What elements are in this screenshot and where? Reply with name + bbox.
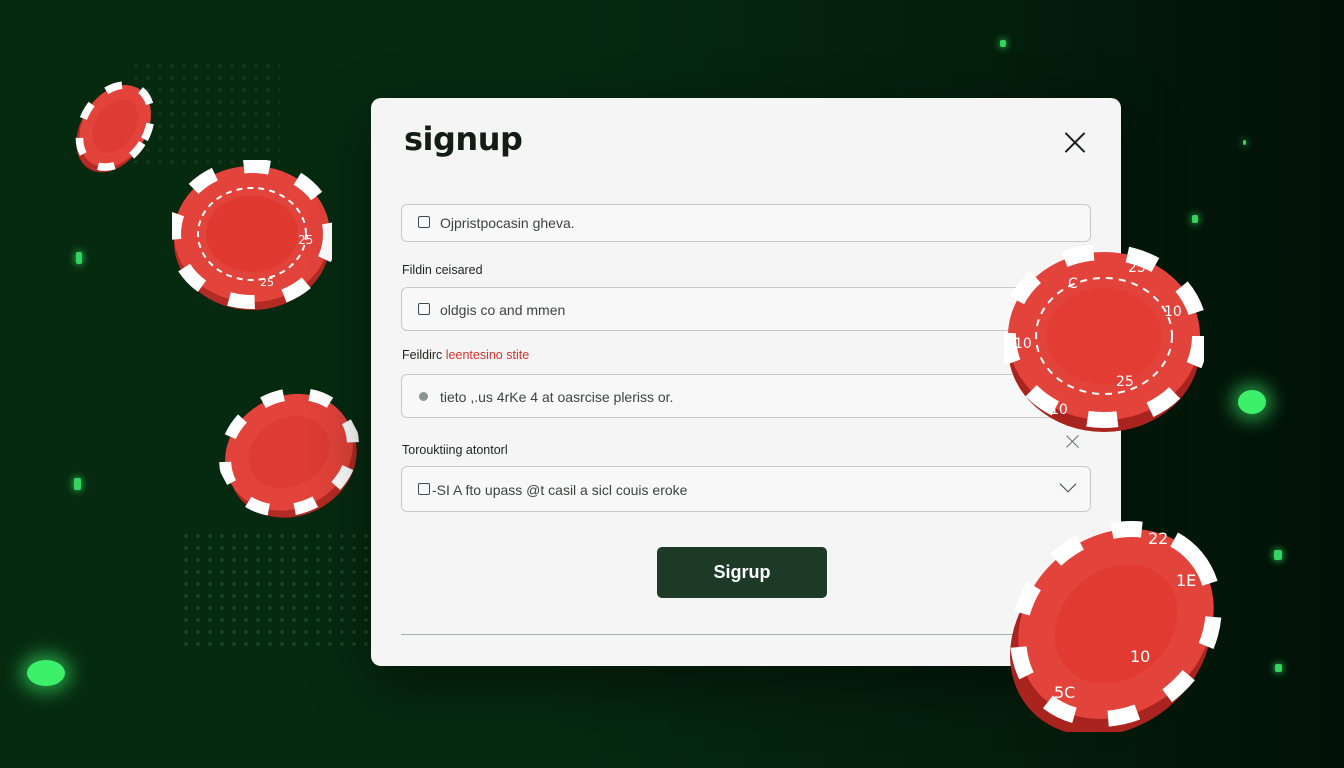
checkbox-input-field[interactable]: oldgis co and mmen bbox=[401, 287, 1091, 331]
checkbox-icon[interactable] bbox=[418, 303, 430, 315]
chip-label: 1E bbox=[1176, 571, 1196, 590]
field-label: Fildin ceisared bbox=[402, 263, 483, 277]
select-dropdown[interactable]: -SI A fto upass @t casil a sicl couis er… bbox=[401, 466, 1091, 512]
checkbox-input-field[interactable]: Ojpristpocasin gheva. bbox=[401, 204, 1091, 242]
field-text: oldgis co and mmen bbox=[440, 302, 566, 318]
poker-chip-icon: 22 1E 10 5C bbox=[998, 520, 1224, 732]
field-label-main: Feildirc bbox=[402, 348, 446, 362]
chevron-down-icon[interactable] bbox=[1059, 475, 1077, 493]
green-particle bbox=[1243, 140, 1246, 145]
signup-button[interactable]: Sigrup bbox=[657, 547, 827, 598]
chip-label: 25 bbox=[1116, 374, 1134, 390]
chip-label: 10 bbox=[1164, 304, 1182, 320]
select-value: -SI A fto upass @t casil a sicl couis er… bbox=[432, 482, 688, 498]
radio-input-field[interactable]: tieto ,.us 4rKe 4 at oasrcise pleriss or… bbox=[401, 374, 1091, 418]
poker-chip-icon bbox=[197, 363, 383, 545]
radio-icon[interactable] bbox=[419, 392, 428, 401]
green-particle bbox=[1275, 664, 1282, 672]
field-label: Torouktiing atontorl bbox=[402, 443, 508, 457]
background-dot-pattern bbox=[180, 530, 380, 650]
field-label-accent: leentesino stite bbox=[445, 348, 530, 362]
poker-chip-icon: C 25 10 10 25 10 bbox=[1004, 244, 1204, 436]
chip-label: 25 bbox=[1128, 260, 1146, 276]
poker-chip-icon: 25 25 bbox=[172, 160, 332, 312]
chip-label: 10 bbox=[1130, 647, 1150, 666]
green-particle bbox=[1000, 40, 1006, 47]
checkbox-icon[interactable] bbox=[418, 483, 430, 495]
field-text: tieto ,.us 4rKe 4 at oasrcise pleriss or… bbox=[440, 389, 674, 405]
green-particle bbox=[74, 478, 81, 490]
chip-label: C bbox=[1068, 276, 1078, 292]
green-particle bbox=[1274, 550, 1282, 560]
chip-label: 22 bbox=[1148, 529, 1168, 548]
divider bbox=[401, 634, 1091, 635]
green-glow-particle bbox=[27, 660, 65, 686]
modal-title: signup bbox=[404, 120, 523, 158]
chip-label: 5C bbox=[1054, 683, 1075, 702]
green-particle bbox=[1192, 215, 1198, 223]
close-icon[interactable] bbox=[1061, 128, 1089, 156]
checkbox-icon[interactable] bbox=[418, 216, 430, 228]
field-label: Feildirc leentesino stite bbox=[402, 348, 529, 362]
green-glow-particle bbox=[1238, 390, 1266, 414]
chip-label: 25 bbox=[260, 276, 274, 289]
chip-label: 10 bbox=[1050, 402, 1068, 418]
field-text: Ojpristpocasin gheva. bbox=[440, 215, 575, 231]
chip-label: 25 bbox=[298, 233, 313, 247]
green-particle bbox=[76, 252, 82, 264]
chip-label: 10 bbox=[1014, 336, 1032, 352]
